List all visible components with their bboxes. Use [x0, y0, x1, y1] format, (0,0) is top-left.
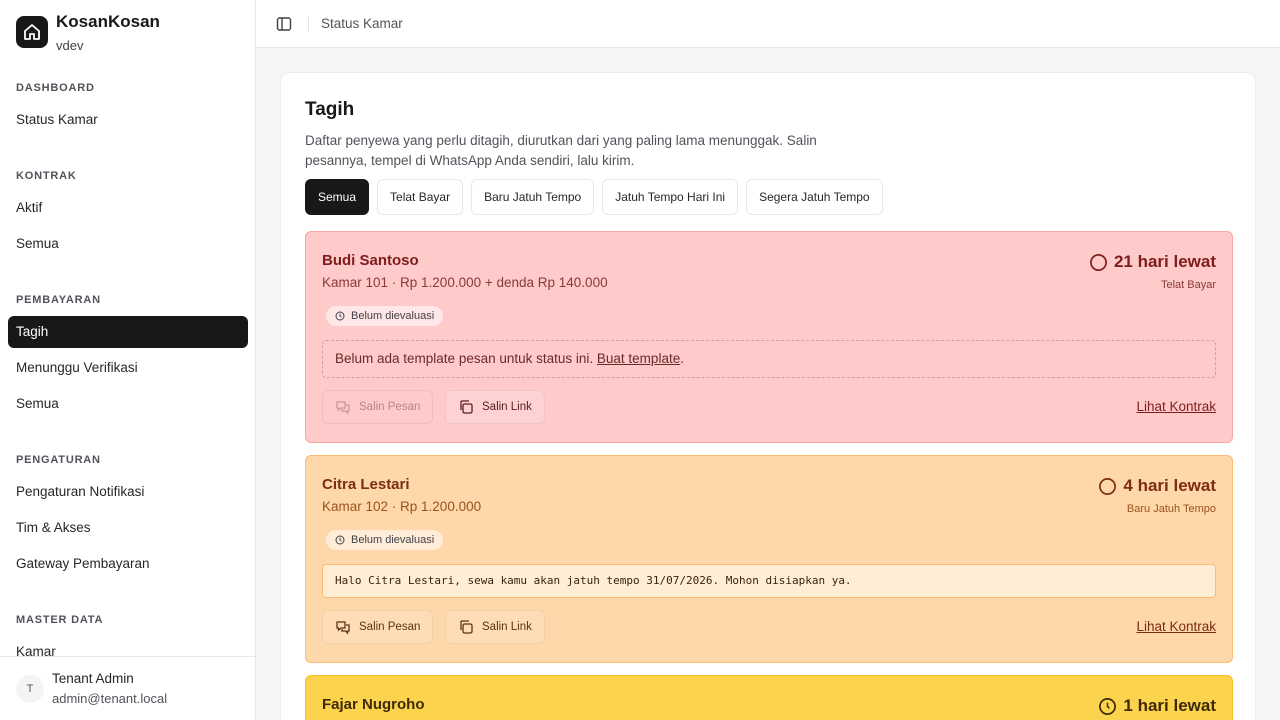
- message-preview: Halo Citra Lestari, sewa kamu akan jatuh…: [322, 564, 1216, 598]
- sidebar-item-pembayaran-semua[interactable]: Semua: [8, 388, 248, 420]
- status-badge: Belum dievaluasi: [326, 530, 444, 550]
- status-label: Telat Bayar: [1160, 279, 1216, 291]
- nav-section-pengaturan: PENGATURAN Pengaturan Notifikasi Tim & A…: [0, 452, 255, 580]
- status-badge: Belum dievaluasi: [326, 306, 444, 326]
- sidebar-item-aktif[interactable]: Aktif: [8, 192, 248, 224]
- overdue-indicator: 1 hari lewat: [1098, 696, 1216, 716]
- filter-tabs: Semua Telat Bayar Baru Jatuh Tempo Jatuh…: [305, 179, 891, 215]
- clock-icon: [1099, 477, 1117, 495]
- sidebar-item-tagih[interactable]: Tagih: [8, 316, 248, 348]
- overdue-indicator: 4 hari lewat: [1098, 476, 1216, 496]
- breadcrumb[interactable]: Status Kamar: [321, 16, 403, 31]
- notice-suffix: .: [680, 351, 684, 366]
- tenant-name: Budi Santoso: [322, 252, 419, 269]
- page-title: Tagih: [305, 99, 355, 120]
- clock-icon: [1089, 253, 1107, 271]
- copy-link-label: Salin Link: [482, 401, 532, 413]
- nav-section-dashboard: DASHBOARD Status Kamar: [0, 80, 255, 136]
- user-menu[interactable]: T Tenant Admin admin@tenant.local: [0, 656, 255, 720]
- tenant-card: Citra Lestari Kamar 102 · Rp 1.200.000 4…: [305, 455, 1233, 663]
- tenant-details: Kamar 101 · Rp 1.200.000 + denda Rp 140.…: [322, 275, 608, 290]
- nav-heading: DASHBOARD: [16, 82, 95, 94]
- copy-link-label: Salin Link: [482, 621, 532, 633]
- topbar: Status Kamar: [256, 0, 1280, 48]
- overdue-days: 4 hari lewat: [1123, 476, 1216, 495]
- tenant-name: Fajar Nugroho: [322, 696, 425, 713]
- filter-segera-jatuh-tempo[interactable]: Segera Jatuh Tempo: [746, 179, 883, 215]
- view-contract-link[interactable]: Lihat Kontrak: [1136, 399, 1216, 414]
- nav-heading: PENGATURAN: [16, 454, 101, 466]
- copy-link-button[interactable]: Salin Link: [445, 390, 545, 424]
- brand-name: KosanKosan: [56, 12, 160, 31]
- tenant-card: Budi Santoso Kamar 101 · Rp 1.200.000 + …: [305, 231, 1233, 443]
- status-label: Baru Jatuh Tempo: [1126, 503, 1216, 515]
- copy-message-button[interactable]: Salin Pesan: [322, 610, 434, 644]
- badge-label: Belum dievaluasi: [351, 534, 435, 546]
- divider: [308, 15, 309, 32]
- page-description: Daftar penyewa yang perlu ditagih, diuru…: [305, 133, 817, 168]
- sidebar-item-status-kamar[interactable]: Status Kamar: [8, 104, 248, 136]
- nav-section-pembayaran: PEMBAYARAN Tagih Menunggu Verifikasi Sem…: [0, 292, 255, 420]
- brand-subtitle: vdev: [56, 38, 84, 53]
- user-name: Tenant Admin: [52, 670, 134, 686]
- sidebar-item-menunggu-verifikasi[interactable]: Menunggu Verifikasi: [8, 352, 248, 384]
- badge-label: Belum dievaluasi: [351, 310, 435, 322]
- sidebar-item-kontrak-semua[interactable]: Semua: [8, 228, 248, 260]
- create-template-link[interactable]: Buat template: [597, 351, 680, 366]
- notice-text: Belum ada template pesan untuk status in…: [335, 351, 597, 366]
- chat-icon: [336, 621, 350, 635]
- brand[interactable]: KosanKosan vdev: [16, 12, 160, 54]
- clock-icon: [1099, 697, 1117, 715]
- copy-message-button[interactable]: Salin Pesan: [322, 390, 434, 424]
- overdue-days: 1 hari lewat: [1123, 696, 1216, 715]
- filter-jatuh-tempo-hari-ini[interactable]: Jatuh Tempo Hari Ini: [602, 179, 739, 215]
- clock-icon: [335, 535, 345, 545]
- copy-message-label: Salin Pesan: [359, 621, 421, 633]
- tenant-details: Kamar 102 · Rp 1.200.000: [322, 499, 482, 514]
- avatar: T: [16, 674, 44, 703]
- copy-message-label: Salin Pesan: [359, 401, 421, 413]
- main-card: Tagih Daftar penyewa yang perlu ditagih,…: [280, 72, 1256, 720]
- sidebar-toggle-icon[interactable]: [274, 14, 294, 34]
- copy-icon: [460, 620, 473, 634]
- sidebar-item-tim-akses[interactable]: Tim & Akses: [8, 512, 248, 544]
- chat-icon: [336, 401, 350, 415]
- nav-heading: KONTRAK: [16, 170, 77, 182]
- user-email: admin@tenant.local: [52, 690, 168, 706]
- filter-baru-jatuh-tempo[interactable]: Baru Jatuh Tempo: [471, 179, 595, 215]
- copy-icon: [460, 400, 473, 414]
- sidebar: KosanKosan vdev DASHBOARD Status Kamar K…: [0, 0, 256, 720]
- sidebar-item-gateway-pembayaran[interactable]: Gateway Pembayaran: [8, 548, 248, 580]
- sidebar-item-pengaturan-notifikasi[interactable]: Pengaturan Notifikasi: [8, 476, 248, 508]
- copy-link-button[interactable]: Salin Link: [445, 610, 545, 644]
- nav-heading: MASTER DATA: [16, 614, 104, 626]
- nav-heading: PEMBAYARAN: [16, 294, 101, 306]
- clock-icon: [335, 311, 345, 321]
- overdue-days: 21 hari lewat: [1113, 252, 1216, 271]
- tenant-card: Fajar Nugroho 1 hari lewat: [305, 675, 1233, 720]
- filter-semua[interactable]: Semua: [305, 179, 370, 215]
- filter-telat-bayar[interactable]: Telat Bayar: [377, 179, 464, 215]
- empty-template-notice: Belum ada template pesan untuk status in…: [322, 340, 1216, 378]
- tenant-name: Citra Lestari: [322, 476, 410, 493]
- view-contract-link[interactable]: Lihat Kontrak: [1136, 619, 1216, 634]
- overdue-indicator: 21 hari lewat: [1089, 252, 1216, 272]
- nav-section-kontrak: KONTRAK Aktif Semua: [0, 168, 255, 260]
- home-icon: [16, 16, 48, 48]
